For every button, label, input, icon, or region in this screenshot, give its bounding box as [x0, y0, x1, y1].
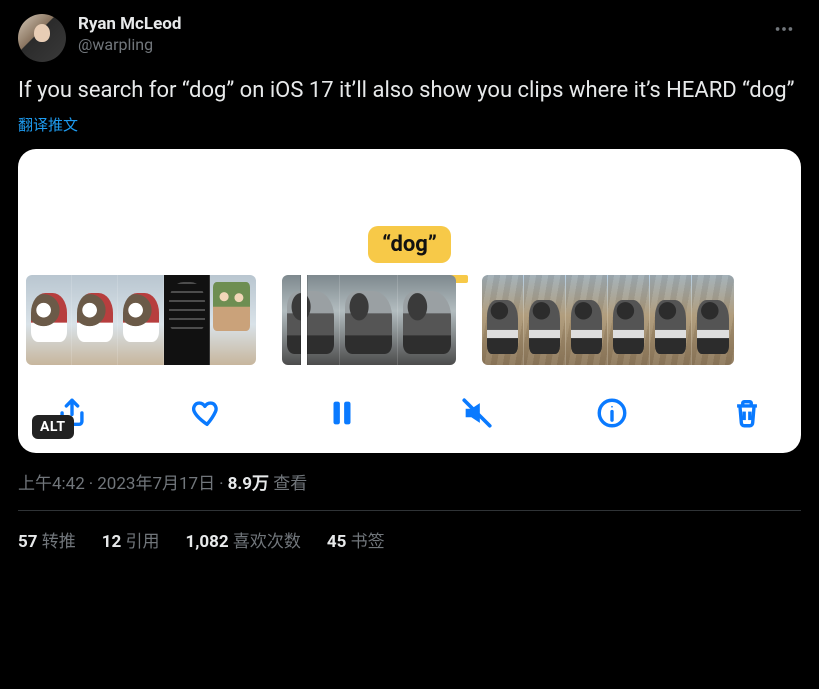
clip-group[interactable]: [26, 275, 256, 365]
views-label: 查看: [273, 474, 307, 494]
playhead[interactable]: [301, 275, 307, 365]
retweets-stat[interactable]: 57 转推: [18, 527, 76, 552]
more-options-button[interactable]: [767, 14, 801, 44]
mute-button[interactable]: [457, 393, 497, 433]
clip-frame: [72, 275, 118, 365]
avatar[interactable]: [18, 14, 66, 62]
tweet-text: If you search for “dog” on iOS 17 it’ll …: [18, 76, 801, 106]
handle: @warpling: [78, 35, 181, 55]
clip-frame: [482, 275, 524, 365]
search-term-bubble: “dog”: [368, 226, 451, 263]
likes-stat[interactable]: 1,082 喜欢次数: [185, 527, 300, 552]
media-controls: [18, 375, 801, 439]
clip-group[interactable]: [282, 275, 456, 365]
media-attachment[interactable]: “dog”: [18, 149, 801, 453]
heart-icon: [190, 396, 224, 430]
tweet-date[interactable]: 2023年7月17日: [97, 474, 215, 494]
clip-frame: [566, 275, 608, 365]
tweet-stats: 57 转推 12 引用 1,082 喜欢次数 45 书签: [18, 511, 801, 552]
clip-frame: [210, 275, 256, 365]
delete-button[interactable]: [727, 393, 767, 433]
pause-button[interactable]: [322, 393, 362, 433]
clip-frame: [398, 275, 456, 365]
quotes-stat[interactable]: 12 引用: [102, 527, 160, 552]
clip-frame: [282, 275, 340, 365]
tweet-time[interactable]: 上午4:42: [18, 474, 85, 494]
tweet-meta: 上午4:42·2023年7月17日·8.9万 查看: [18, 453, 801, 511]
search-bubble-row: “dog”: [18, 149, 801, 269]
ellipsis-icon: [773, 18, 795, 40]
display-name: Ryan McLeod: [78, 14, 181, 35]
tweet-header: Ryan McLeod @warpling: [18, 14, 801, 62]
tweet-container: Ryan McLeod @warpling If you search for …: [0, 0, 819, 552]
info-button[interactable]: [592, 393, 632, 433]
alt-badge[interactable]: ALT: [32, 415, 74, 439]
video-timeline[interactable]: [18, 269, 801, 375]
clip-frame: [692, 275, 734, 365]
speaker-muted-icon: [460, 396, 494, 430]
trash-icon: [730, 396, 764, 430]
clip-frame: [340, 275, 398, 365]
pause-icon: [325, 396, 359, 430]
info-icon: [595, 396, 629, 430]
clip-frame: [650, 275, 692, 365]
clip-frame: [26, 275, 72, 365]
clip-frame: [524, 275, 566, 365]
clip-frame: [608, 275, 650, 365]
translate-link[interactable]: 翻译推文: [18, 114, 78, 135]
bookmarks-stat[interactable]: 45 书签: [327, 527, 385, 552]
clip-frame: [164, 275, 210, 365]
clip-frame: [118, 275, 164, 365]
clip-group[interactable]: [482, 275, 734, 365]
views-count: 8.9万: [228, 474, 269, 494]
author-block[interactable]: Ryan McLeod @warpling: [78, 14, 181, 55]
like-button[interactable]: [187, 393, 227, 433]
